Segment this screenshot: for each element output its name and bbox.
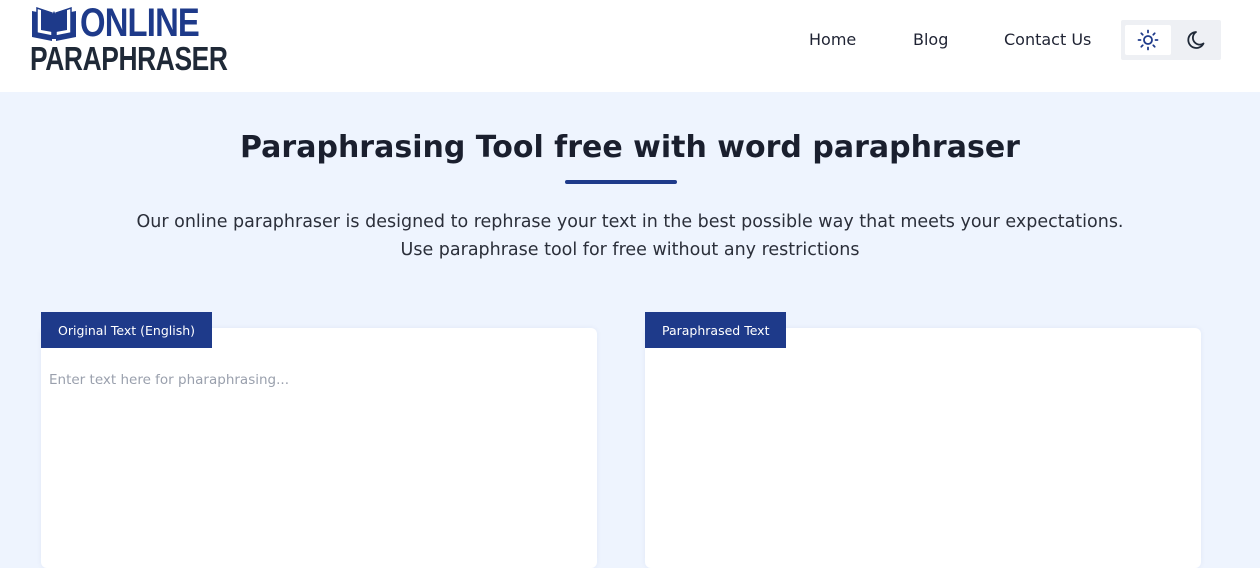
- description-line-1: Our online paraphraser is designed to re…: [136, 212, 1124, 232]
- title-underline: [565, 180, 677, 184]
- light-mode-button[interactable]: [1125, 25, 1171, 55]
- open-book-icon: [32, 6, 76, 41]
- dark-mode-button[interactable]: [1175, 25, 1221, 55]
- paraphrased-text-output[interactable]: [645, 364, 1201, 564]
- original-text-input[interactable]: [41, 364, 597, 564]
- site-header: ONLINE PARAPHRASER Home Blog Contact Us: [0, 0, 1260, 92]
- sun-icon: [1137, 29, 1159, 51]
- theme-toggle: [1121, 20, 1221, 60]
- moon-icon: [1187, 31, 1205, 49]
- nav-blog-link[interactable]: Blog: [913, 28, 948, 52]
- nav-home-link[interactable]: Home: [809, 28, 856, 52]
- description-line-2: Use paraphrase tool for free without any…: [400, 240, 860, 260]
- logo-text-online: ONLINE: [80, 1, 200, 45]
- logo-text-paraphraser: PARAPHRASER: [30, 40, 228, 77]
- paraphrased-text-tab: Paraphrased Text: [645, 312, 787, 348]
- paraphrased-text-panel: [645, 328, 1201, 568]
- page-title: Paraphrasing Tool free with word paraphr…: [240, 130, 1020, 165]
- original-text-tab: Original Text (English): [41, 312, 213, 348]
- nav-contact-link[interactable]: Contact Us: [1004, 28, 1091, 52]
- page-description: Our online paraphraser is designed to re…: [0, 208, 1260, 264]
- site-logo[interactable]: ONLINE PARAPHRASER: [30, 1, 228, 77]
- original-text-panel: [41, 328, 597, 568]
